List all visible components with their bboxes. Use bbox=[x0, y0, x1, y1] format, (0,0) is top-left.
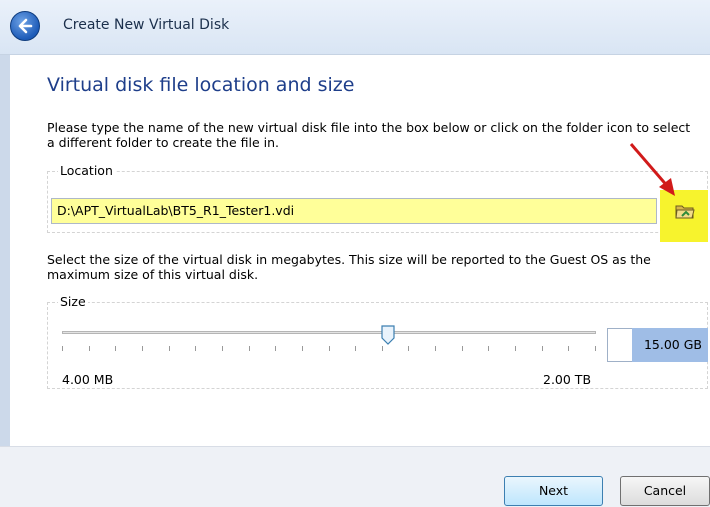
location-input[interactable]: D:\APT_VirtualLab\BT5_R1_Tester1.vdi bbox=[51, 198, 657, 224]
size-slider[interactable] bbox=[62, 331, 596, 334]
dialog-footer bbox=[0, 446, 710, 507]
slider-tick bbox=[62, 346, 63, 351]
slider-tick bbox=[595, 346, 596, 351]
slider-tick bbox=[461, 346, 463, 351]
slider-tick bbox=[275, 346, 277, 351]
size-group-label: Size bbox=[58, 294, 88, 309]
title-bar: Create New Virtual Disk bbox=[0, 0, 710, 55]
slider-ticks bbox=[62, 346, 596, 352]
slider-tick bbox=[248, 346, 250, 351]
window-title: Create New Virtual Disk bbox=[63, 17, 230, 33]
slider-tick bbox=[435, 346, 437, 351]
slider-tick bbox=[168, 346, 170, 351]
location-description: Please type the name of the new virtual … bbox=[47, 120, 691, 150]
slider-tick bbox=[328, 346, 330, 351]
size-value: 15.00 GB bbox=[643, 337, 702, 352]
slider-tick bbox=[568, 346, 570, 351]
slider-tick bbox=[515, 346, 517, 351]
slider-tick bbox=[488, 346, 490, 351]
slider-tick bbox=[355, 346, 357, 351]
size-description: Select the size of the virtual disk in m… bbox=[47, 252, 651, 282]
slider-tick bbox=[115, 346, 117, 351]
browse-folder-button[interactable] bbox=[672, 198, 698, 224]
back-arrow-button[interactable] bbox=[10, 11, 40, 41]
cancel-button[interactable]: Cancel bbox=[620, 476, 710, 506]
window-frame-left bbox=[0, 0, 10, 506]
page-heading: Virtual disk file location and size bbox=[47, 74, 355, 96]
annotation-arrow-icon bbox=[629, 143, 675, 196]
slider-tick bbox=[408, 346, 410, 351]
slider-tick bbox=[88, 346, 90, 351]
slider-tick bbox=[141, 346, 143, 351]
location-group-label: Location bbox=[58, 163, 115, 178]
slider-tick bbox=[301, 346, 303, 351]
slider-tick bbox=[541, 346, 543, 351]
size-min-label: 4.00 MB bbox=[62, 372, 114, 387]
slider-thumb[interactable] bbox=[381, 325, 395, 345]
slider-tick bbox=[221, 346, 223, 351]
slider-tick bbox=[195, 346, 197, 351]
next-button[interactable]: Next bbox=[504, 476, 603, 506]
slider-tick bbox=[381, 346, 383, 351]
folder-icon bbox=[675, 205, 695, 219]
size-max-label: 2.00 TB bbox=[543, 372, 592, 387]
back-arrow-icon bbox=[18, 18, 33, 34]
